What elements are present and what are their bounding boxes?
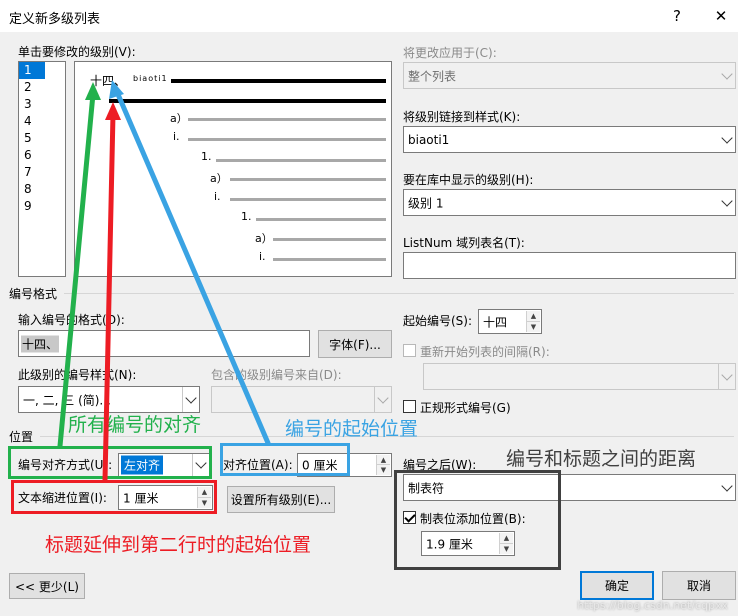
green-arrow-line xyxy=(57,91,96,449)
watermark: https://blog.csdn.net/cqpxx xyxy=(577,599,728,612)
dialog-window: 定义新多级列表 ? ✕ 单击要修改的级别(V): 1 2 3 4 5 6 7 8… xyxy=(0,0,738,616)
blue-arrow-line xyxy=(114,89,271,446)
annotation-arrows xyxy=(57,80,271,483)
red-arrow-head xyxy=(105,102,121,120)
blue-arrow-head xyxy=(109,80,124,99)
green-arrow-head xyxy=(85,82,101,100)
red-arrow-line xyxy=(102,111,116,483)
